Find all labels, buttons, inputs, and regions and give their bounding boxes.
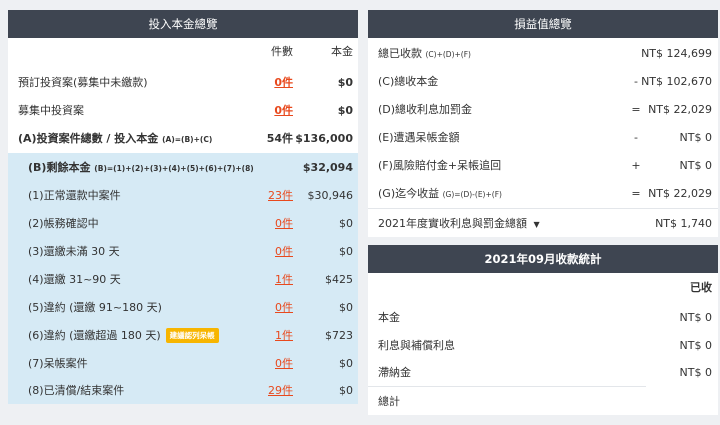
count-link[interactable]: 0件 [275,299,293,315]
monthly-collection-title: 2021年09月收款統計 [368,245,718,273]
summary-row: 募集中投資案 0件 $0 [18,102,353,118]
received-column-header: 已收 [690,281,712,294]
caret-down-icon: ▼ [533,220,540,229]
monthly-row: 利息與補償利息 NT$ 0 [378,338,712,353]
yearly-interest-dropdown[interactable]: 2021年度實收利息與罰金總額 ▼ [378,215,540,231]
profit-loss-overview-card: 損益值總覽 總已收款 (C)+(D)+(F) NT$ 124,699 (C)總收… [368,10,718,237]
principal-column-header: 本金 [331,45,353,58]
case-status-row: (6)違約 (還繳超過 180 天) 建議認列呆帳 1件 $723 [28,327,353,343]
count-link[interactable]: 1件 [275,271,293,287]
case-status-row: (8)已清償/結束案件 29件 $0 [28,382,353,398]
count-link[interactable]: 0件 [274,102,293,118]
summary-row: 預訂投資案(募集中未繳款) 0件 $0 [18,74,353,90]
bad-debt-suggestion-badge: 建議認列呆帳 [165,327,219,343]
case-status-row: (3)還繳未滿 30 天 0件 $0 [28,243,353,259]
remaining-principal-row: (B)剩餘本金 (B)=(1)+(2)+(3)+(4)+(5)+(6)+(7)+… [28,160,353,175]
principal-overview-card: 投入本金總覽 件數 本金 預訂投資案(募集中未繳款) 0件 $0 募集中投資案 … [8,10,358,404]
case-status-row: (4)還繳 31~90 天 1件 $425 [28,271,353,287]
profit-row: (G)迄今收益 (G)=(D)-(E)+(F) = NT$ 22,029 [378,186,712,201]
count-link[interactable]: 0件 [275,243,293,259]
total-investment-row: (A)投資案件總數 / 投入本金 (A)=(B)+(C) 54件 $136,00… [18,131,353,146]
profit-loss-title: 損益值總覽 [368,10,718,38]
monthly-row: 本金 NT$ 0 [378,310,712,325]
profit-row: (D)總收利息加罰金 = NT$ 22,029 [378,102,712,117]
monthly-total-row: 總計 [378,395,400,408]
case-status-row: (5)違約 (還繳 91~180 天) 0件 $0 [28,299,353,315]
profit-row: 總已收款 (C)+(D)+(F) NT$ 124,699 [378,46,712,61]
case-status-row: (1)正常還款中案件 23件 $30,946 [28,187,353,203]
profit-row: (C)總收本金 - NT$ 102,670 [378,74,712,89]
count-column-header: 件數 [271,45,293,58]
monthly-collection-card: 2021年09月收款統計 已收 本金 NT$ 0 利息與補償利息 NT$ 0 滯… [368,245,718,415]
profit-row: (F)風險賠付金+呆帳追回 + NT$ 0 [378,158,712,173]
count-link[interactable]: 29件 [268,382,293,398]
count-link[interactable]: 0件 [275,355,293,371]
profit-row: (E)遭遇呆帳金額 - NT$ 0 [378,130,712,145]
count-link[interactable]: 23件 [268,187,293,203]
count-link[interactable]: 0件 [275,215,293,231]
monthly-row: 滯納金 NT$ 0 [378,365,712,380]
yearly-interest-row: 2021年度實收利息與罰金總額 ▼ NT$ 1,740 [378,215,712,231]
count-link[interactable]: 1件 [275,327,293,343]
case-status-row: (7)呆帳案件 0件 $0 [28,355,353,371]
case-status-row: (2)帳務確認中 0件 $0 [28,215,353,231]
count-link[interactable]: 0件 [274,74,293,90]
principal-overview-title: 投入本金總覽 [8,10,358,38]
